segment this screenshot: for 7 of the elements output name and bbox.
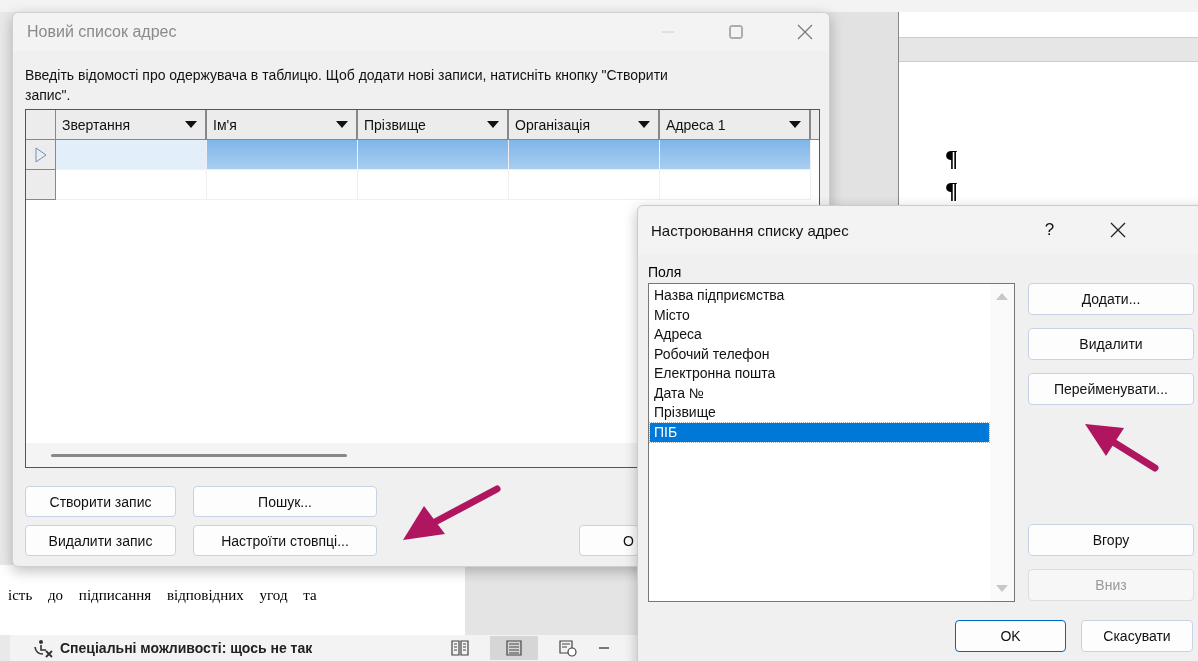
- paragraph-mark: ¶: [945, 144, 959, 173]
- paragraph-mark: ¶: [945, 176, 959, 205]
- window-title: Новий список адрес: [27, 23, 177, 41]
- document-text: ість до підписання відповідних угод та: [8, 587, 317, 604]
- fields-label: Поля: [648, 264, 683, 280]
- dialog-title: Настроювання списку адрес: [651, 221, 849, 239]
- instructions-text: Введіть відомості про одержувача в таблицю. Щоб додати нові записи, натисніть кнопку "Створити запис".: [25, 66, 669, 105]
